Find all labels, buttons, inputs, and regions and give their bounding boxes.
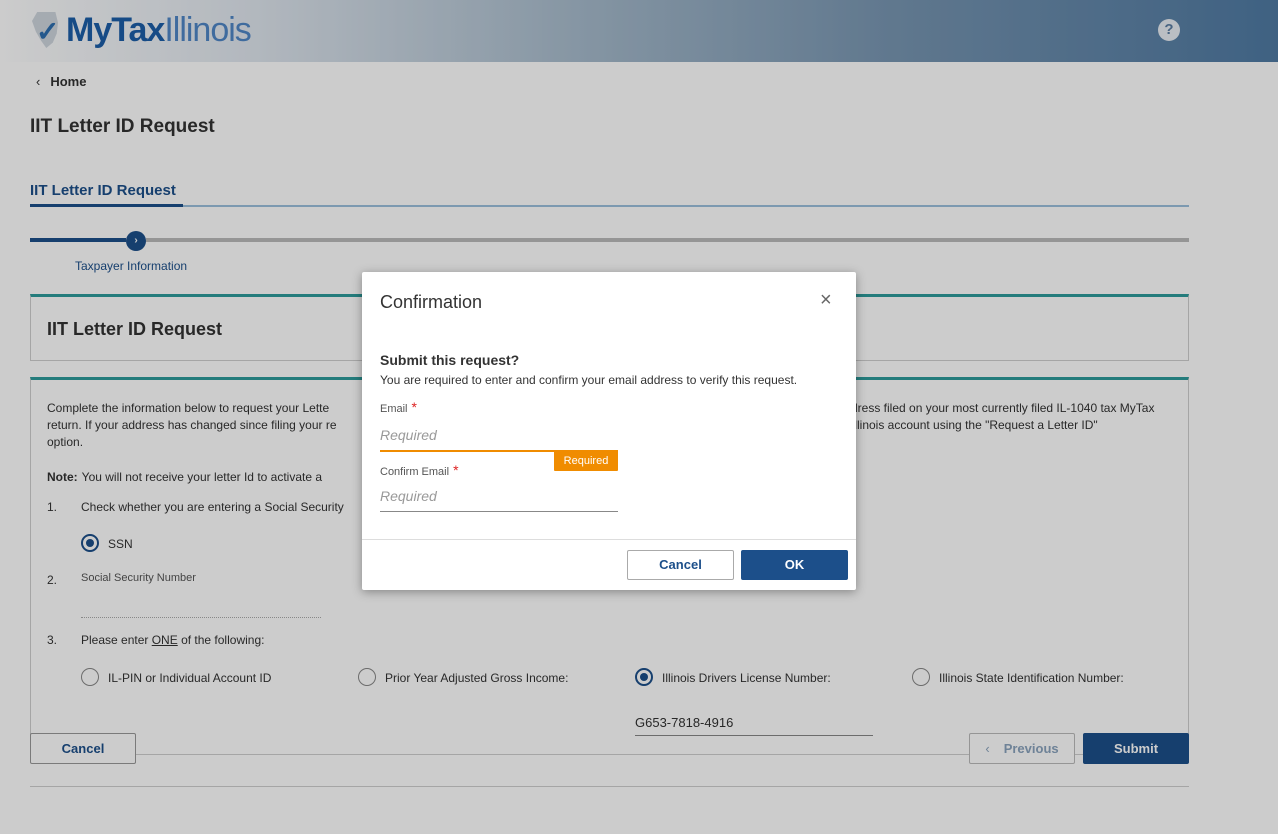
close-icon[interactable]: ×	[820, 290, 832, 310]
required-marker: *	[453, 462, 459, 478]
dialog-ok-button[interactable]: OK	[741, 550, 848, 580]
dialog-question: Submit this request?	[380, 352, 520, 368]
email-field[interactable]	[380, 422, 618, 448]
email-required-badge: Required	[554, 451, 618, 471]
dialog-cancel-button[interactable]: Cancel	[627, 550, 734, 580]
dialog-title: Confirmation	[380, 292, 483, 312]
confirm-email-field[interactable]	[380, 483, 618, 509]
required-marker: *	[411, 399, 417, 415]
confirm-email-field-line	[380, 511, 618, 512]
dialog-footer-divider	[362, 539, 856, 540]
confirmation-dialog: Confirmation × Submit this request? You …	[362, 272, 856, 590]
email-label: Email *	[380, 399, 417, 415]
dialog-instructions: You are required to enter and confirm yo…	[380, 373, 798, 387]
confirm-email-label: Confirm Email *	[380, 462, 459, 478]
